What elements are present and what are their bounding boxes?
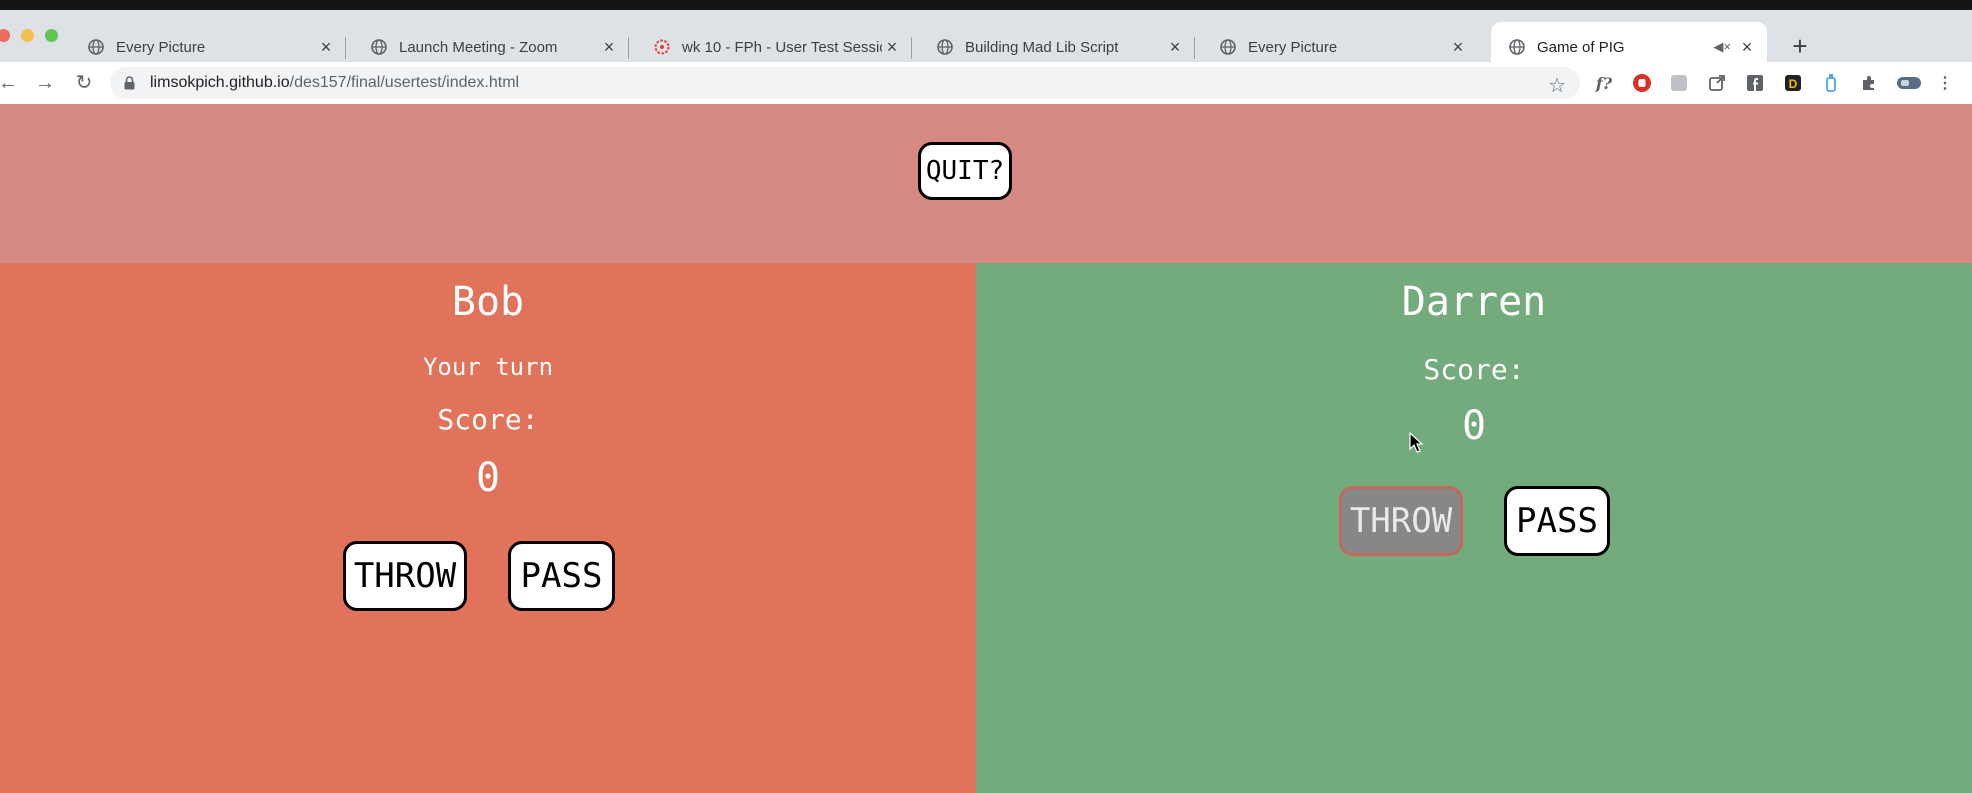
url-path: /des157/final/usertest/index.html — [289, 74, 520, 91]
window-close-button[interactable] — [0, 29, 10, 42]
tab-title: wk 10 - FPh - User Test Session — [682, 38, 882, 56]
url-host: limsokpich.github.io — [150, 74, 290, 91]
profile-avatar-icon[interactable] — [1895, 72, 1923, 94]
facebook-extension-icon[interactable] — [1744, 72, 1766, 94]
tab-close-icon[interactable]: × — [316, 37, 336, 58]
back-icon[interactable]: ← — [0, 71, 20, 95]
bookmark-star-icon[interactable]: ☆ — [1548, 73, 1566, 98]
globe-icon — [1220, 39, 1236, 55]
globe-icon — [371, 39, 387, 55]
window-zoom-button[interactable] — [45, 29, 58, 42]
new-tab-button[interactable]: + — [1786, 30, 1814, 62]
browser-menu-icon[interactable]: ⋮ — [1934, 72, 1956, 94]
game-header: QUIT? — [0, 104, 1972, 263]
adblock-extension-icon[interactable] — [1631, 72, 1653, 94]
player1-name: Bob — [451, 279, 525, 325]
globe-icon — [88, 39, 104, 55]
reload-icon[interactable]: ↻ — [72, 71, 96, 95]
player2-pass-button[interactable]: PASS — [1504, 486, 1610, 556]
forward-icon[interactable]: → — [33, 71, 57, 95]
player1-score-label: Score: — [437, 403, 539, 436]
tab-title: Every Picture — [1248, 38, 1338, 56]
player1-pass-button[interactable]: PASS — [508, 541, 615, 611]
globe-icon — [937, 39, 953, 55]
puzzle-extensions-icon[interactable] — [1858, 72, 1880, 94]
os-top-bar — [0, 0, 1972, 10]
lock-icon — [124, 76, 136, 90]
player1-panel: Bob Your turn Score: 0 THROW PASS — [0, 263, 976, 793]
tab-close-icon[interactable]: × — [1165, 37, 1185, 58]
player2-score: 0 — [1461, 403, 1487, 449]
player1-score: 0 — [475, 455, 501, 501]
tab-close-icon[interactable]: × — [1448, 37, 1468, 58]
quit-button[interactable]: QUIT? — [918, 142, 1012, 200]
window-minimize-button[interactable] — [21, 29, 34, 42]
player2-name: Darren — [1401, 279, 1547, 325]
bottle-extension-icon[interactable] — [1820, 72, 1842, 94]
tab-close-icon[interactable]: × — [882, 37, 902, 58]
player2-throw-button[interactable]: THROW — [1339, 486, 1463, 556]
share-extension-icon[interactable] — [1706, 72, 1728, 94]
speaker-muted-icon[interactable]: ◀× — [1713, 39, 1731, 55]
browser-toolbar: ← → ↻ limsokpich.github.io/des157/final/… — [0, 62, 1972, 104]
tab-title: Game of PIG — [1537, 38, 1625, 56]
whatfont-extension-icon[interactable]: f? — [1593, 72, 1615, 94]
tab-close-icon[interactable]: × — [599, 37, 619, 58]
address-bar[interactable]: limsokpich.github.io/des157/final/userte… — [110, 67, 1580, 99]
extension-grey-icon[interactable] — [1668, 72, 1690, 94]
d-extension-icon[interactable]: D — [1782, 72, 1804, 94]
svg-text:D: D — [1789, 77, 1798, 91]
tab-title: Launch Meeting - Zoom — [399, 38, 558, 56]
tab-title: Building Mad Lib Script — [965, 38, 1119, 56]
tab-title: Every Picture — [116, 38, 206, 56]
canvas-icon — [654, 39, 670, 55]
tab-close-icon[interactable]: × — [1737, 37, 1757, 58]
player2-score-label: Score: — [1423, 353, 1525, 386]
mouse-cursor-icon — [1409, 432, 1424, 453]
player1-turn-message: Your turn — [422, 353, 554, 381]
game-page: QUIT? Bob Your turn Score: 0 THROW PASS … — [0, 104, 1972, 793]
player2-panel: Darren Score: 0 THROW PASS — [976, 263, 1972, 793]
player1-throw-button[interactable]: THROW — [343, 541, 467, 611]
globe-icon — [1509, 39, 1525, 55]
